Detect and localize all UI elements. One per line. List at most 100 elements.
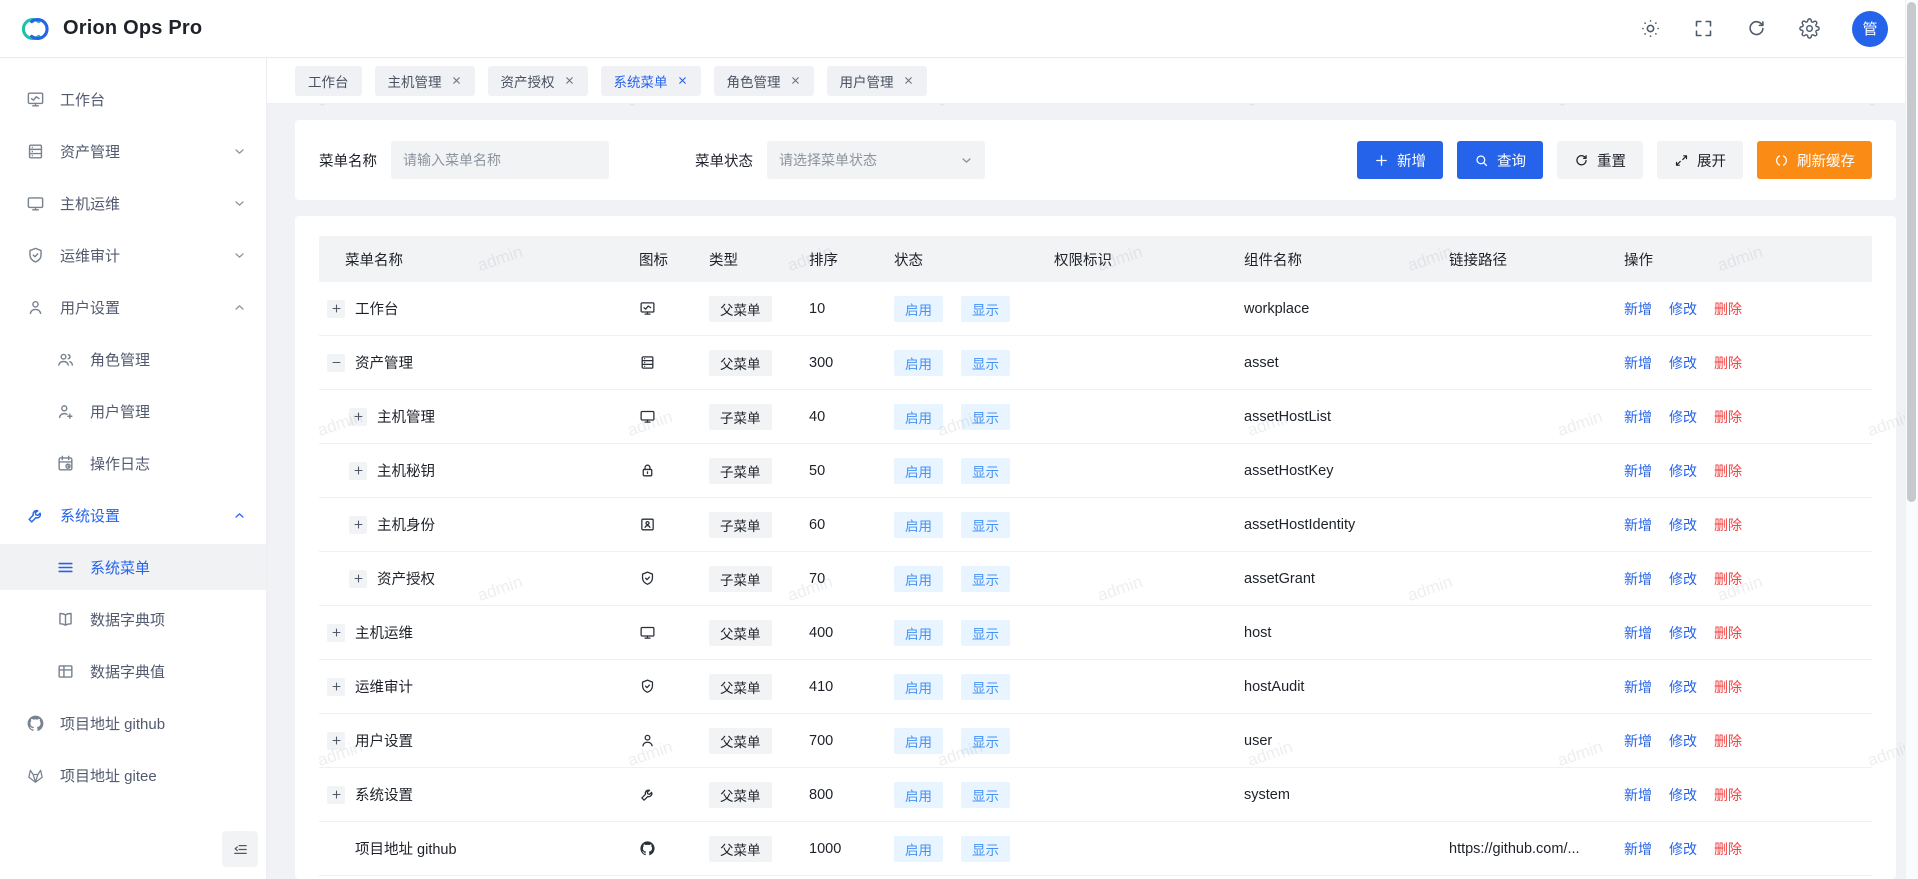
close-icon[interactable] (677, 75, 688, 86)
expand-toggle[interactable] (349, 570, 367, 588)
sidebar-item-10[interactable]: 数据字典项 (0, 596, 266, 642)
tab-0[interactable]: 工作台 (295, 66, 362, 96)
menu-name: 用户设置 (355, 730, 413, 751)
sidebar-item-8[interactable]: 系统设置 (0, 492, 266, 538)
close-icon[interactable] (790, 75, 801, 86)
action-delete[interactable]: 删除 (1714, 839, 1742, 859)
action-add[interactable]: 新增 (1624, 515, 1652, 535)
action-add[interactable]: 新增 (1624, 407, 1652, 427)
action-delete[interactable]: 删除 (1714, 407, 1742, 427)
close-icon[interactable] (564, 75, 575, 86)
action-delete[interactable]: 删除 (1714, 785, 1742, 805)
action-add[interactable]: 新增 (1624, 785, 1652, 805)
action-delete[interactable]: 删除 (1714, 623, 1742, 643)
user-avatar[interactable]: 管 (1852, 11, 1888, 47)
sidebar-item-7[interactable]: 操作日志 (0, 440, 266, 486)
sidebar-item-4[interactable]: 用户设置 (0, 284, 266, 330)
action-edit[interactable]: 修改 (1669, 839, 1697, 859)
gitee-icon (26, 766, 45, 785)
expand-toggle[interactable] (327, 624, 345, 642)
sidebar-item-label: 数据字典值 (90, 661, 165, 682)
page-scrollbar[interactable] (1905, 0, 1918, 879)
sidebar-item-0[interactable]: 工作台 (0, 76, 266, 122)
action-edit[interactable]: 修改 (1669, 677, 1697, 697)
close-icon[interactable] (903, 75, 914, 86)
expand-toggle[interactable] (349, 516, 367, 534)
sidebar-item-6[interactable]: 用户管理 (0, 388, 266, 434)
sidebar-collapse-button[interactable] (222, 831, 258, 867)
wrench-icon (639, 786, 656, 803)
table-row: 主机运维父菜单400启用显示host新增修改删除 (319, 606, 1872, 660)
type-cell: 子菜单 (709, 404, 809, 430)
expand-toggle[interactable] (349, 462, 367, 480)
action-delete[interactable]: 删除 (1714, 461, 1742, 481)
action-add[interactable]: 新增 (1624, 299, 1652, 319)
close-icon[interactable] (451, 75, 462, 86)
action-add[interactable]: 新增 (1624, 677, 1652, 697)
expand-toggle[interactable] (327, 786, 345, 804)
action-add[interactable]: 新增 (1624, 623, 1652, 643)
sidebar-item-12[interactable]: 项目地址 github (0, 700, 266, 746)
expand-toggle[interactable] (327, 354, 345, 372)
search-button[interactable]: 查询 (1457, 141, 1543, 179)
action-edit[interactable]: 修改 (1669, 515, 1697, 535)
type-badge: 父菜单 (709, 620, 772, 646)
action-edit[interactable]: 修改 (1669, 353, 1697, 373)
menu-status-select[interactable]: 请选择菜单状态 (767, 141, 985, 179)
expand-toggle[interactable] (327, 300, 345, 318)
action-delete[interactable]: 删除 (1714, 731, 1742, 751)
table-row: 主机身份子菜单60启用显示assetHostIdentity新增修改删除 (319, 498, 1872, 552)
theme-icon[interactable] (1640, 18, 1661, 39)
action-add[interactable]: 新增 (1624, 461, 1652, 481)
refresh-cache-button[interactable]: 刷新缓存 (1757, 141, 1872, 179)
tab-1[interactable]: 主机管理 (375, 66, 475, 96)
menu-name-input[interactable] (391, 141, 609, 179)
chevron-down-icon (233, 145, 246, 158)
scrollbar-thumb[interactable] (1907, 2, 1916, 502)
menu-name: 主机管理 (377, 406, 435, 427)
expand-toggle[interactable] (327, 732, 345, 750)
action-edit[interactable]: 修改 (1669, 623, 1697, 643)
action-edit[interactable]: 修改 (1669, 299, 1697, 319)
expand-toggle[interactable] (349, 408, 367, 426)
expand-button[interactable]: 展开 (1657, 141, 1743, 179)
action-delete[interactable]: 删除 (1714, 569, 1742, 589)
sidebar-item-9[interactable]: 系统菜单 (0, 544, 266, 590)
sidebar-item-3[interactable]: 运维审计 (0, 232, 266, 278)
sidebar-item-11[interactable]: 数据字典值 (0, 648, 266, 694)
add-button[interactable]: 新增 (1357, 141, 1443, 179)
action-edit[interactable]: 修改 (1669, 731, 1697, 751)
sidebar-item-1[interactable]: 资产管理 (0, 128, 266, 174)
tab-bar: 工作台主机管理资产授权系统菜单角色管理用户管理 (267, 58, 1918, 104)
action-delete[interactable]: 删除 (1714, 515, 1742, 535)
action-add[interactable]: 新增 (1624, 353, 1652, 373)
tab-5[interactable]: 用户管理 (827, 66, 927, 96)
icon-cell (639, 462, 709, 479)
sidebar-item-label: 项目地址 github (60, 713, 165, 734)
refresh-icon[interactable] (1746, 18, 1767, 39)
action-edit[interactable]: 修改 (1669, 461, 1697, 481)
action-delete[interactable]: 删除 (1714, 353, 1742, 373)
fullscreen-icon[interactable] (1693, 18, 1714, 39)
action-edit[interactable]: 修改 (1669, 569, 1697, 589)
tab-3[interactable]: 系统菜单 (601, 66, 701, 96)
type-badge: 父菜单 (709, 296, 772, 322)
action-edit[interactable]: 修改 (1669, 785, 1697, 805)
sidebar-item-5[interactable]: 角色管理 (0, 336, 266, 382)
reset-button[interactable]: 重置 (1557, 141, 1643, 179)
action-add[interactable]: 新增 (1624, 569, 1652, 589)
type-cell: 父菜单 (709, 728, 809, 754)
menu-name-cell: 主机运维 (319, 622, 639, 643)
tab-4[interactable]: 角色管理 (714, 66, 814, 96)
sidebar-item-2[interactable]: 主机运维 (0, 180, 266, 226)
action-delete[interactable]: 删除 (1714, 677, 1742, 697)
action-delete[interactable]: 删除 (1714, 299, 1742, 319)
settings-gear-icon[interactable] (1799, 18, 1820, 39)
action-add[interactable]: 新增 (1624, 731, 1652, 751)
expand-toggle[interactable] (327, 678, 345, 696)
action-add[interactable]: 新增 (1624, 839, 1652, 859)
sidebar-item-13[interactable]: 项目地址 gitee (0, 752, 266, 798)
action-edit[interactable]: 修改 (1669, 407, 1697, 427)
tab-2[interactable]: 资产授权 (488, 66, 588, 96)
menu-name: 项目地址 github (355, 838, 457, 859)
